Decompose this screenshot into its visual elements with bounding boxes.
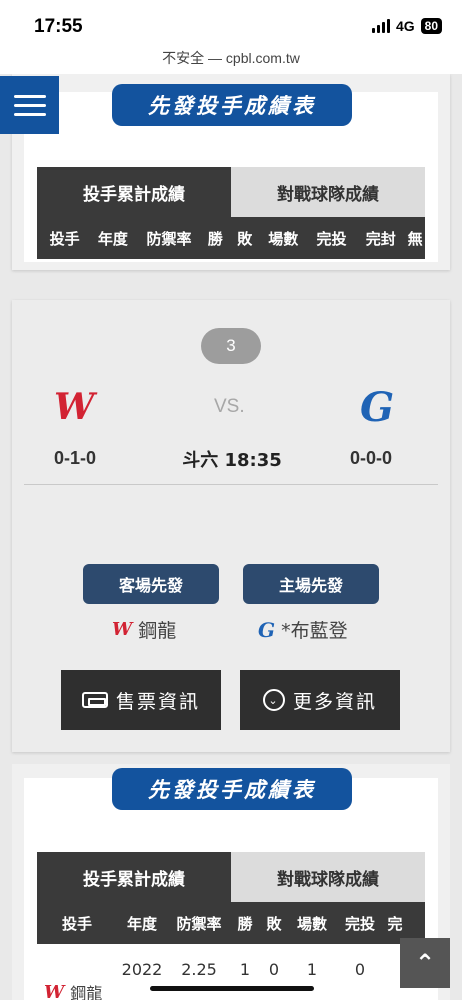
col-games: 場數	[268, 229, 299, 248]
venue-time: 斗六 18:35	[182, 450, 282, 471]
team-g-logo-icon[interactable]: G	[360, 384, 394, 431]
ticket-icon	[81, 692, 108, 708]
cell-year: 2022	[121, 959, 163, 979]
chevron-circle-icon: ⌄	[262, 689, 285, 711]
card-divider	[24, 484, 438, 485]
col-win: 勝	[207, 229, 223, 248]
top-tabs: 投手累計成績 對戰球隊成績	[37, 167, 425, 217]
col-loss: 敗	[266, 914, 282, 933]
bottom-pitcher-panel: 先發投手成績表 投手累計成績 對戰球隊成績 投手 年度 防禦率 勝 敗 場數 完…	[12, 764, 450, 1000]
col-win: 勝	[237, 914, 253, 933]
cell-win: 1	[239, 959, 251, 979]
col-more: 無	[407, 229, 423, 248]
col-cg: 完投	[316, 229, 347, 248]
home-pitcher-name: *布藍登	[281, 620, 348, 642]
status-icons: 4G 80	[371, 18, 442, 34]
col-year: 年度	[97, 229, 128, 248]
top-pitcher-panel: 先發投手成績表 投手累計成績 對戰球隊成績 投手 年度 防禦率 勝 敗 場數 完…	[12, 74, 450, 270]
home-starter-label: 主場先發	[243, 564, 379, 604]
ticket-info-button[interactable]: 售票資訊	[61, 670, 221, 730]
ticket-info-label: 售票資訊	[115, 690, 200, 713]
section-ribbon: 先發投手成績表	[112, 84, 352, 126]
row-pitcher[interactable]: W 鋼龍	[44, 980, 102, 1000]
col-year: 年度	[126, 914, 157, 933]
tab-vs-team[interactable]: 對戰球隊成績	[231, 167, 425, 217]
home-starter[interactable]: G *布藍登	[258, 616, 348, 643]
col-pitcher: 投手	[61, 914, 92, 933]
status-bar: 17:55 4G 80	[0, 0, 462, 44]
home-record: 0-0-0	[350, 448, 393, 468]
team-g-mini-icon: G	[258, 617, 276, 642]
col-pitcher: 投手	[49, 229, 80, 248]
away-record: 0-1-0	[54, 448, 97, 468]
home-indicator	[150, 986, 314, 991]
col-era: 防禦率	[176, 914, 222, 933]
section-ribbon-bottom: 先發投手成績表	[112, 768, 352, 810]
battery-icon: 80	[420, 18, 442, 34]
menu-icon[interactable]	[0, 76, 59, 134]
game-number-badge: 3	[201, 328, 261, 364]
bottom-tabs: 投手累計成績 對戰球隊成績	[37, 852, 425, 902]
top-table-header: 投手 年度 防禦率 勝 敗 場數 完投 完封 無	[37, 217, 425, 259]
cell-cg: 0	[354, 959, 366, 979]
row-pitcher-name: 鋼龍	[70, 984, 103, 1000]
col-era: 防禦率	[146, 229, 192, 248]
cell-games: 1	[306, 959, 318, 979]
team-w-mini-icon: W	[44, 981, 65, 1000]
col-cg: 完投	[344, 914, 375, 933]
url-bar[interactable]: 不安全 — cpbl.com.tw	[0, 44, 462, 74]
away-starter-label: 客場先發	[83, 564, 219, 604]
tab-vs-team-bottom[interactable]: 對戰球隊成績	[231, 852, 425, 902]
col-more: 完	[387, 914, 403, 933]
signal-icon	[371, 19, 390, 33]
status-time: 17:55	[34, 16, 83, 37]
col-games: 場數	[296, 914, 327, 933]
arrow-up-icon[interactable]: ⌃	[400, 938, 450, 988]
vs-label: VS.	[214, 396, 245, 417]
away-starter[interactable]: W 鋼龍	[112, 616, 176, 643]
away-pitcher-name: 鋼龍	[138, 620, 177, 642]
more-info-label: 更多資訊	[292, 690, 377, 713]
game-card: 3 W VS. G 0-1-0 斗六 18:35 0-0-0 客場先發 主場先發…	[12, 300, 450, 752]
tab-cumulative-bottom[interactable]: 投手累計成績	[37, 852, 231, 902]
more-info-button[interactable]: ⌄ 更多資訊	[240, 670, 400, 730]
col-loss: 敗	[237, 229, 253, 248]
network-label: 4G	[395, 18, 415, 34]
bottom-table-header: 投手 年度 防禦率 勝 敗 場數 完投 完	[37, 902, 425, 944]
col-sho: 完封	[365, 229, 396, 248]
page-content: 先發投手成績表 投手累計成績 對戰球隊成績 投手 年度 防禦率 勝 敗 場數 完…	[0, 74, 462, 1000]
tab-cumulative[interactable]: 投手累計成績	[37, 167, 231, 217]
cell-loss: 0	[268, 959, 280, 979]
team-w-mini-icon: W	[112, 619, 133, 640]
team-w-logo-icon[interactable]: W	[54, 386, 94, 428]
cell-era: 2.25	[181, 959, 217, 979]
